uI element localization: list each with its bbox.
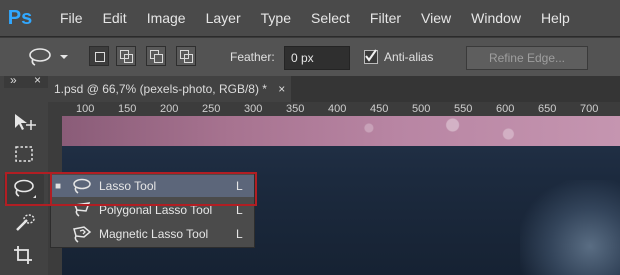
flyout-item-label: Magnetic Lasso Tool: [99, 227, 209, 241]
flyout-item-label: Lasso Tool: [99, 179, 157, 193]
refine-edge-button[interactable]: Refine Edge...: [466, 46, 588, 70]
menu-edit[interactable]: Edit: [93, 0, 137, 36]
lasso-tool-flyout: ■ Lasso Tool L Polygonal Lasso Tool L Ma…: [50, 172, 255, 248]
marquee-tool[interactable]: [4, 140, 44, 170]
ruler-label: 600: [496, 103, 515, 115]
crop-tool[interactable]: [4, 240, 44, 270]
square-icon: [95, 52, 105, 62]
ruler-label: 200: [160, 103, 179, 115]
lasso-icon: [29, 48, 68, 66]
lasso-icon: [71, 177, 93, 195]
ruler-label: 250: [202, 103, 221, 115]
intersect-selection-button[interactable]: [176, 46, 196, 66]
quick-selection-tool[interactable]: [4, 208, 44, 238]
flyout-item-shortcut: L: [236, 179, 243, 193]
ruler-label: 350: [286, 103, 305, 115]
feather-label: Feather:: [230, 50, 275, 64]
ruler-label: 400: [328, 103, 347, 115]
ruler-label: 700: [580, 103, 599, 115]
menu-select[interactable]: Select: [301, 0, 360, 36]
document-tab-strip: 1.psd @ 66,7% (pexels-photo, RGB/8) * ×: [48, 76, 620, 102]
menu-image[interactable]: Image: [137, 0, 196, 36]
checkmark-icon: [365, 49, 377, 62]
feather-input[interactable]: 0 px: [284, 46, 350, 70]
ruler-label: 300: [244, 103, 263, 115]
annotation-highlight: [5, 172, 51, 206]
ruler-label: 650: [538, 103, 557, 115]
image-top-region: [62, 116, 620, 146]
subtract-from-selection-button[interactable]: [146, 46, 166, 66]
menu-type[interactable]: Type: [251, 0, 301, 36]
flyout-item-lasso[interactable]: ■ Lasso Tool L: [51, 175, 254, 197]
polygonal-lasso-icon: [71, 201, 93, 219]
antialias-checkbox[interactable]: [364, 49, 378, 64]
add-to-selection-button[interactable]: [116, 46, 136, 66]
crop-icon: [14, 246, 32, 264]
flyout-item-magnetic-lasso[interactable]: Magnetic Lasso Tool L: [51, 223, 254, 245]
collapse-icon[interactable]: »: [10, 73, 17, 87]
menu-view[interactable]: View: [411, 0, 461, 36]
chevron-down-icon: [60, 55, 68, 59]
selected-bullet-icon: ■: [54, 180, 62, 192]
tool-preset-picker[interactable]: [26, 47, 70, 67]
ruler-label: 150: [118, 103, 137, 115]
close-icon[interactable]: ×: [34, 73, 41, 87]
ruler-label: 550: [454, 103, 473, 115]
horizontal-ruler: 100 150 200 250 300 350 400 450 500 550 …: [48, 102, 620, 117]
options-bar: Feather: 0 px Anti-alias Refine Edge...: [0, 37, 620, 77]
menu-bar: Ps File Edit Image Layer Type Select Fil…: [0, 0, 620, 36]
rectangular-marquee-icon: [15, 146, 33, 162]
menu-file[interactable]: File: [50, 0, 93, 36]
ruler-label: 450: [370, 103, 389, 115]
menu-help[interactable]: Help: [531, 0, 580, 36]
move-tool-icon: [15, 114, 36, 130]
square-icon: [154, 54, 163, 63]
image-texture: [520, 180, 620, 275]
new-selection-button[interactable]: [89, 46, 109, 66]
square-icon: [124, 54, 133, 63]
flyout-item-shortcut: L: [236, 227, 243, 241]
menu-filter[interactable]: Filter: [360, 0, 411, 36]
magnetic-lasso-icon: [71, 225, 93, 243]
document-tab[interactable]: 1.psd @ 66,7% (pexels-photo, RGB/8) * ×: [48, 76, 292, 102]
antialias-label: Anti-alias: [384, 50, 434, 64]
menu-layer[interactable]: Layer: [196, 0, 251, 36]
ruler-label: 100: [76, 103, 95, 115]
quick-selection-icon: [16, 214, 35, 231]
menu-window[interactable]: Window: [461, 0, 531, 36]
photoshop-logo: Ps: [7, 6, 33, 29]
ruler-label: 500: [412, 103, 431, 115]
flyout-item-label: Polygonal Lasso Tool: [99, 203, 213, 217]
close-icon[interactable]: ×: [278, 82, 285, 96]
flyout-item-polygonal-lasso[interactable]: Polygonal Lasso Tool L: [51, 199, 254, 221]
toolbox-header: » ×: [4, 73, 48, 88]
document-tab-title: 1.psd @ 66,7% (pexels-photo, RGB/8) *: [54, 82, 267, 96]
move-tool[interactable]: [4, 108, 44, 138]
flyout-item-shortcut: L: [236, 203, 243, 217]
square-icon: [184, 54, 193, 63]
